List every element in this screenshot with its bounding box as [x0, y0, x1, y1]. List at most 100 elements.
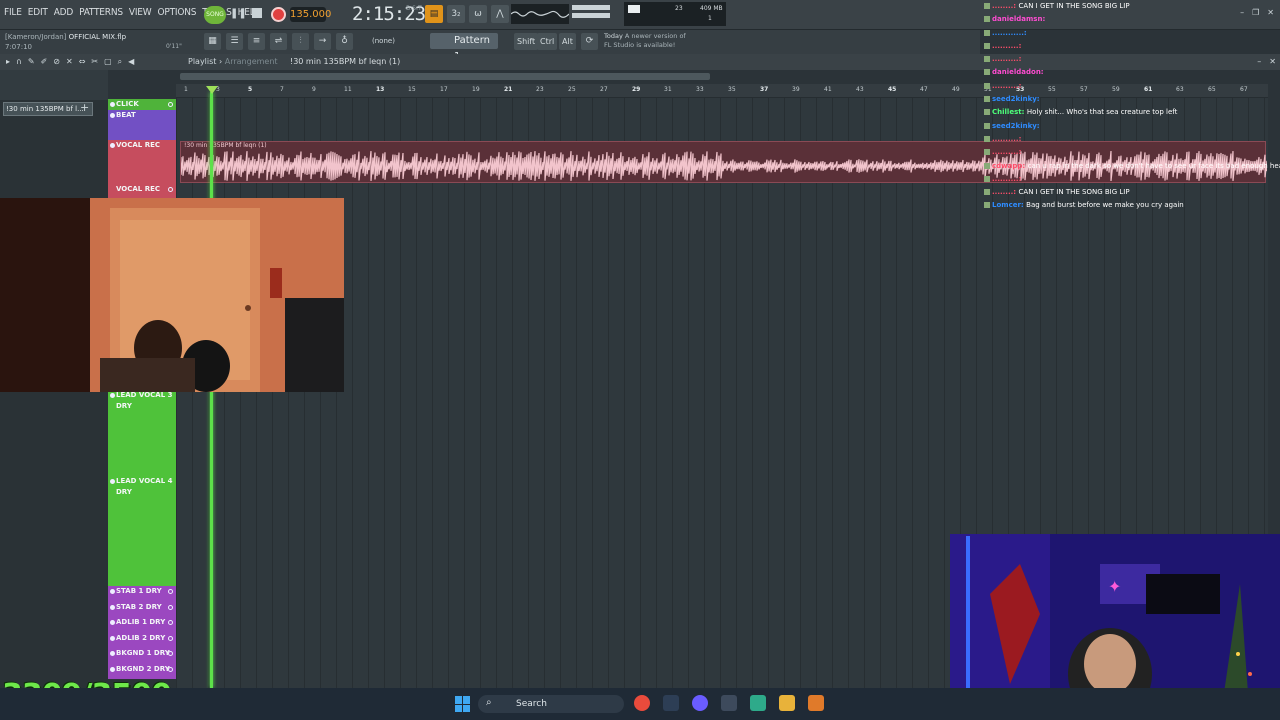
- track-led-icon[interactable]: [168, 589, 173, 594]
- shift-key-button[interactable]: Shift: [514, 33, 539, 50]
- step-edit-icon[interactable]: 3₂: [447, 5, 465, 23]
- master-pitch-slider[interactable]: [572, 13, 610, 18]
- chat-badge-icon: [984, 3, 990, 9]
- record-button[interactable]: [271, 7, 286, 22]
- track-bkgnd-2[interactable]: BKGND 2 DRY: [108, 663, 176, 679]
- chat-text: Holy shit... Who's that sea creature top…: [1026, 108, 1178, 117]
- file-explorer-icon[interactable]: [779, 695, 795, 711]
- chat-message: ........: CAN I GET IN THE SONG BIG LIP: [984, 0, 1280, 13]
- playhead-marker-icon[interactable]: [206, 86, 218, 94]
- chat-username: ..........:: [992, 148, 1022, 157]
- track-bkgnd-1[interactable]: BKGND 1 DRY: [108, 648, 176, 664]
- track-led-icon[interactable]: [168, 604, 173, 610]
- wait-for-input-icon[interactable]: ω: [469, 5, 487, 23]
- paint-icon[interactable]: ✐: [41, 57, 48, 67]
- taskbar-search[interactable]: Search: [478, 695, 624, 713]
- playback-icon[interactable]: ◀: [128, 57, 134, 67]
- app-icon[interactable]: [721, 695, 737, 711]
- menu-patterns[interactable]: PATTERNS: [79, 7, 123, 18]
- slip-icon[interactable]: ⇔: [79, 57, 86, 67]
- track-led-icon[interactable]: [168, 102, 173, 107]
- pattern-song-icon[interactable]: ▤: [425, 5, 443, 23]
- track-stab-2[interactable]: STAB 2 DRY: [108, 601, 176, 617]
- discord-icon[interactable]: [692, 695, 708, 711]
- chat-text: CAN I GET IN THE SONG BIG LIP: [1018, 2, 1130, 10]
- delete-icon[interactable]: ⊘: [53, 57, 60, 67]
- browser-icon[interactable]: ⇌: [270, 33, 287, 50]
- chat-message: ........: CAN I GET IN THE SONG BIG LIP: [984, 186, 1280, 199]
- windows-start-icon[interactable]: [455, 696, 471, 712]
- pause-button[interactable]: ❚❚: [230, 6, 247, 22]
- pattern-selector[interactable]: Pattern 1: [430, 33, 498, 62]
- track-vocal-rec[interactable]: VOCAL REC: [108, 140, 176, 184]
- menu-options[interactable]: OPTIONS: [157, 7, 196, 18]
- track-dot-icon: [110, 604, 115, 610]
- ruler-tick: 5: [248, 86, 253, 93]
- messenger-icon[interactable]: [750, 695, 766, 711]
- chat-message: cdwapp: can u rap in the dark so we don'…: [984, 160, 1280, 173]
- piano-roll-icon[interactable]: ▦: [204, 33, 221, 50]
- current-clip-name[interactable]: !30 min 135BPM bf leqn (1): [290, 57, 400, 66]
- ruler-tick: 11: [344, 86, 352, 93]
- track-led-icon[interactable]: [168, 187, 173, 192]
- snap-select[interactable]: (none): [366, 35, 414, 48]
- mute-icon[interactable]: ✕: [66, 57, 73, 67]
- menu-edit[interactable]: EDIT: [28, 7, 48, 18]
- ruler-tick: 31: [664, 86, 672, 93]
- slice-icon[interactable]: ✂: [91, 57, 98, 67]
- track-beat[interactable]: BEAT: [108, 110, 176, 140]
- metronome-icon[interactable]: ⋀: [491, 5, 509, 23]
- ruler-tick: 29: [632, 86, 641, 93]
- menu-arrow-icon[interactable]: ▸: [6, 57, 10, 67]
- arrow-right-icon[interactable]: →: [314, 33, 331, 50]
- chat-badge-icon: [984, 42, 990, 49]
- alt-key-button[interactable]: Alt: [559, 33, 576, 50]
- track-stab-1[interactable]: STAB 1 DRY: [108, 586, 176, 602]
- news-panel[interactable]: Today A newer version of FL Studio is av…: [604, 32, 686, 50]
- track-led-icon[interactable]: [168, 635, 173, 641]
- master-volume-slider[interactable]: [572, 5, 610, 10]
- track-lead-vocal-4[interactable]: LEAD VOCAL 4 DRY: [108, 476, 176, 586]
- horizontal-scrollbar[interactable]: [180, 73, 710, 80]
- stop-button[interactable]: [252, 8, 262, 18]
- chat-text: Bag and burst before we make you cry aga…: [1026, 201, 1184, 210]
- chat-badge-icon: [984, 16, 990, 23]
- menu-add[interactable]: ADD: [54, 7, 74, 18]
- fl-studio-icon[interactable]: [808, 695, 824, 711]
- track-led-icon[interactable]: [168, 651, 173, 656]
- chat-message: Chillest: Holy shit... Who's that sea cr…: [984, 106, 1280, 119]
- track-led-icon[interactable]: [168, 666, 173, 672]
- playlist-icon[interactable]: ≡: [248, 33, 265, 50]
- menu-view[interactable]: VIEW: [129, 7, 152, 18]
- track-click[interactable]: CLICK: [108, 99, 176, 110]
- mixer-icon[interactable]: ⫶: [292, 33, 309, 50]
- chat-message: seed2kinky:: [984, 93, 1280, 106]
- ruler-tick: 43: [856, 86, 864, 93]
- webcam-overlay-left: [0, 198, 344, 392]
- track-label: VOCAL REC: [116, 141, 161, 149]
- tempo-display[interactable]: 135.000: [290, 7, 331, 22]
- ctrl-key-button[interactable]: Ctrl: [537, 33, 558, 50]
- add-clip-icon[interactable]: +: [80, 101, 89, 114]
- track-adlib-2[interactable]: ADLIB 2 DRY: [108, 632, 176, 648]
- microphone-icon[interactable]: ♁: [336, 33, 353, 50]
- pencil-icon[interactable]: ✎: [28, 57, 35, 67]
- chat-message: ............:: [984, 27, 1280, 40]
- chrome-icon[interactable]: [634, 695, 650, 711]
- magnet-icon[interactable]: ∩: [16, 57, 22, 67]
- playlist-tools: ▸ ∩ ✎ ✐ ⊘ ✕ ⇔ ✂ ▢ ⌕ ◀: [6, 57, 134, 67]
- track-label: BEAT: [116, 111, 136, 119]
- track-vocal-rec-2[interactable]: VOCAL REC: [108, 184, 176, 199]
- refresh-icon[interactable]: ⟳: [581, 33, 598, 50]
- channel-rack-icon[interactable]: ☰: [226, 33, 243, 50]
- chat-message: ..........:: [984, 146, 1280, 159]
- zoom-icon[interactable]: ⌕: [118, 57, 122, 67]
- menu-file[interactable]: FILE: [4, 7, 22, 18]
- steam-icon[interactable]: [663, 695, 679, 711]
- track-led-icon[interactable]: [168, 620, 173, 625]
- select-icon[interactable]: ▢: [104, 57, 112, 67]
- track-adlib-1[interactable]: ADLIB 1 DRY: [108, 617, 176, 633]
- arrangement-label[interactable]: Arrangement: [225, 57, 278, 66]
- track-lead-vocal-3[interactable]: LEAD VOCAL 3 DRY: [108, 390, 176, 476]
- song-mode-toggle[interactable]: SONG: [204, 6, 226, 24]
